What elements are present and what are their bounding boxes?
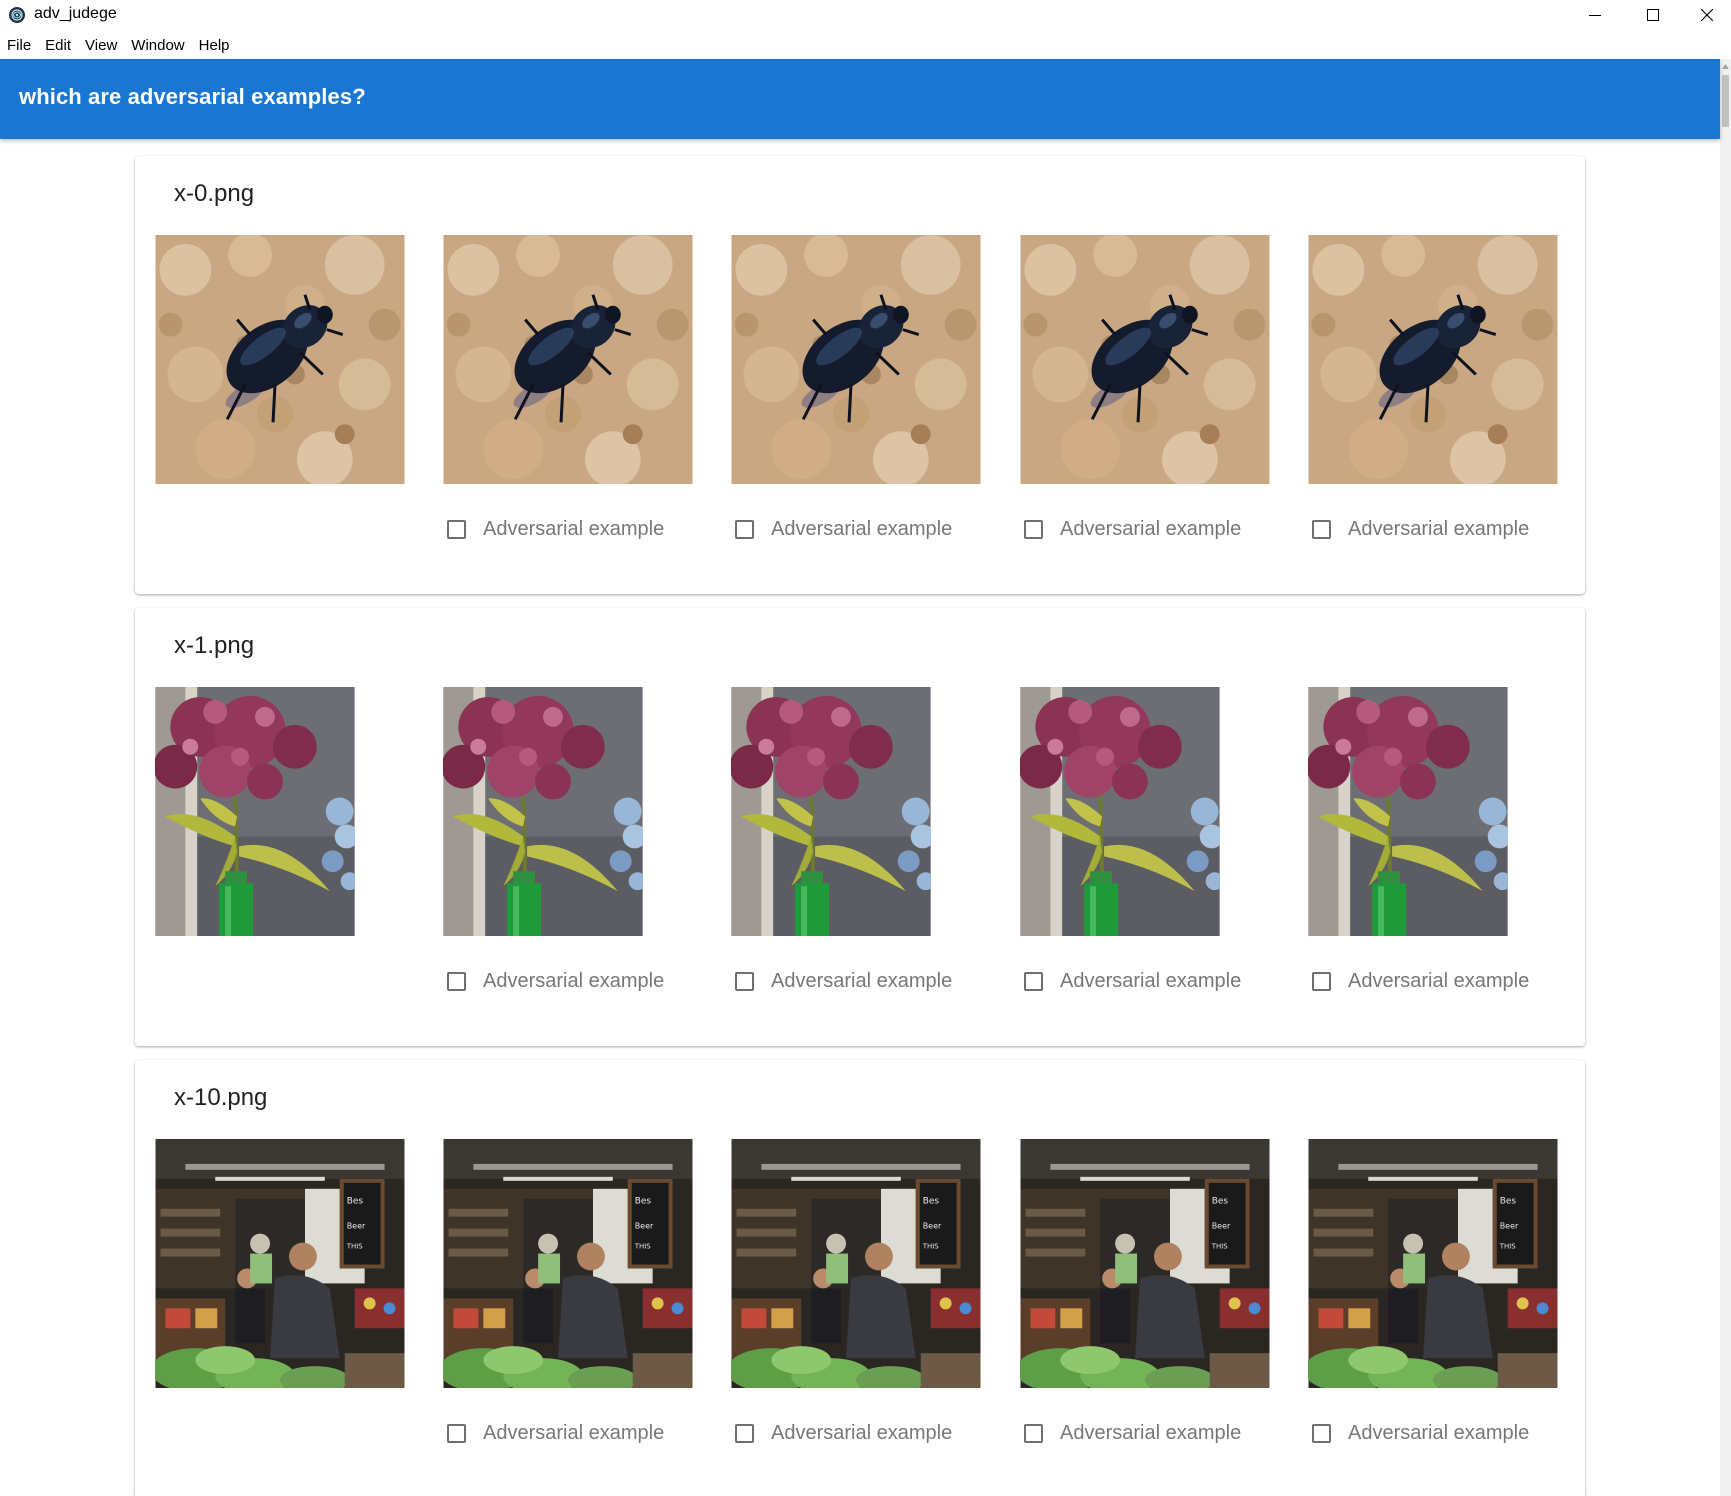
menu-bar: File Edit View Window Help — [0, 32, 241, 58]
checkbox-square[interactable] — [1312, 519, 1331, 539]
original-image — [155, 687, 355, 936]
image-card: x-1.png Adversarial example Adversarial … — [135, 608, 1585, 1046]
checkbox-square[interactable] — [735, 519, 754, 539]
checkbox-label: Adversarial example — [483, 969, 665, 992]
close-button[interactable] — [1682, 0, 1731, 30]
candidate-image — [1308, 1139, 1558, 1388]
menu-window[interactable]: Window — [128, 35, 190, 56]
vertical-scrollbar[interactable] — [1720, 59, 1731, 1496]
adversarial-checkbox[interactable]: Adversarial example — [447, 966, 664, 996]
adversarial-checkbox[interactable]: Adversarial example — [735, 514, 952, 544]
menu-edit[interactable]: Edit — [42, 35, 77, 56]
checkbox-square[interactable] — [1024, 1423, 1043, 1443]
adversarial-checkbox[interactable]: Adversarial example — [447, 1418, 664, 1448]
checkbox-label: Adversarial example — [1060, 969, 1242, 992]
scroll-up-arrow[interactable] — [1720, 59, 1731, 73]
candidate-image — [443, 235, 693, 484]
image-card: x-10.png Adversarial example Adversarial… — [135, 1060, 1585, 1496]
image-card: x-0.png Adversarial example Adversarial … — [135, 156, 1585, 594]
adversarial-checkbox[interactable]: Adversarial example — [735, 1418, 952, 1448]
candidate-image — [1020, 687, 1220, 936]
app-window: adv_judege File Edit View Window Help wh… — [0, 0, 1731, 1496]
chevron-up-icon — [1722, 63, 1729, 69]
checkbox-square[interactable] — [447, 519, 466, 539]
checkbox-label: Adversarial example — [1060, 1421, 1242, 1444]
adversarial-checkbox[interactable]: Adversarial example — [1312, 1418, 1529, 1448]
card-title: x-0.png — [174, 180, 255, 207]
candidate-image — [1308, 235, 1558, 484]
checkbox-square[interactable] — [447, 971, 466, 991]
adversarial-checkbox[interactable]: Adversarial example — [1312, 514, 1529, 544]
maximize-button[interactable] — [1624, 0, 1682, 30]
checkbox-square[interactable] — [1312, 1423, 1331, 1443]
card-title: x-1.png — [174, 632, 255, 659]
candidate-image — [731, 1139, 981, 1388]
candidate-image — [1020, 1139, 1270, 1388]
adversarial-checkbox[interactable]: Adversarial example — [447, 514, 664, 544]
adversarial-checkbox[interactable]: Adversarial example — [735, 966, 952, 996]
checkbox-label: Adversarial example — [483, 517, 665, 540]
minimize-button[interactable] — [1566, 0, 1624, 30]
checkbox-label: Adversarial example — [1348, 517, 1530, 540]
adversarial-checkbox[interactable]: Adversarial example — [1024, 966, 1241, 996]
card-title: x-10.png — [174, 1084, 268, 1111]
candidate-image — [731, 235, 981, 484]
adversarial-checkbox[interactable]: Adversarial example — [1024, 1418, 1241, 1448]
candidate-image — [1308, 687, 1508, 936]
maximize-icon — [1647, 9, 1659, 21]
page-title: which are adversarial examples? — [19, 84, 366, 109]
menu-file[interactable]: File — [4, 35, 37, 56]
checkbox-square[interactable] — [1024, 519, 1043, 539]
menu-view[interactable]: View — [82, 35, 123, 56]
checkbox-label: Adversarial example — [771, 517, 953, 540]
candidate-image — [731, 687, 931, 936]
original-image — [155, 1139, 405, 1388]
app-icon — [9, 7, 25, 23]
checkbox-square[interactable] — [1024, 971, 1043, 991]
candidate-image — [443, 1139, 693, 1388]
checkbox-label: Adversarial example — [1348, 1421, 1530, 1444]
checkbox-label: Adversarial example — [483, 1421, 665, 1444]
checkbox-label: Adversarial example — [771, 969, 953, 992]
checkbox-square[interactable] — [735, 971, 754, 991]
original-image — [155, 235, 405, 484]
content-area: Bes Beer THIS — [0, 139, 1720, 1496]
checkbox-label: Adversarial example — [1060, 517, 1242, 540]
minimize-icon — [1589, 15, 1601, 16]
checkbox-square[interactable] — [447, 1423, 466, 1443]
adversarial-checkbox[interactable]: Adversarial example — [1024, 514, 1241, 544]
candidate-image — [1020, 235, 1270, 484]
checkbox-label: Adversarial example — [1348, 969, 1530, 992]
candidate-image — [443, 687, 643, 936]
checkbox-label: Adversarial example — [771, 1421, 953, 1444]
adversarial-checkbox[interactable]: Adversarial example — [1312, 966, 1529, 996]
checkbox-square[interactable] — [735, 1423, 754, 1443]
close-icon — [1700, 9, 1713, 21]
checkbox-square[interactable] — [1312, 971, 1331, 991]
app-bar: which are adversarial examples? — [0, 59, 1720, 139]
scrollbar-thumb[interactable] — [1722, 75, 1729, 127]
menu-help[interactable]: Help — [196, 35, 236, 56]
window-title: adv_judege — [34, 5, 117, 22]
title-bar[interactable]: adv_judege — [0, 0, 1731, 30]
